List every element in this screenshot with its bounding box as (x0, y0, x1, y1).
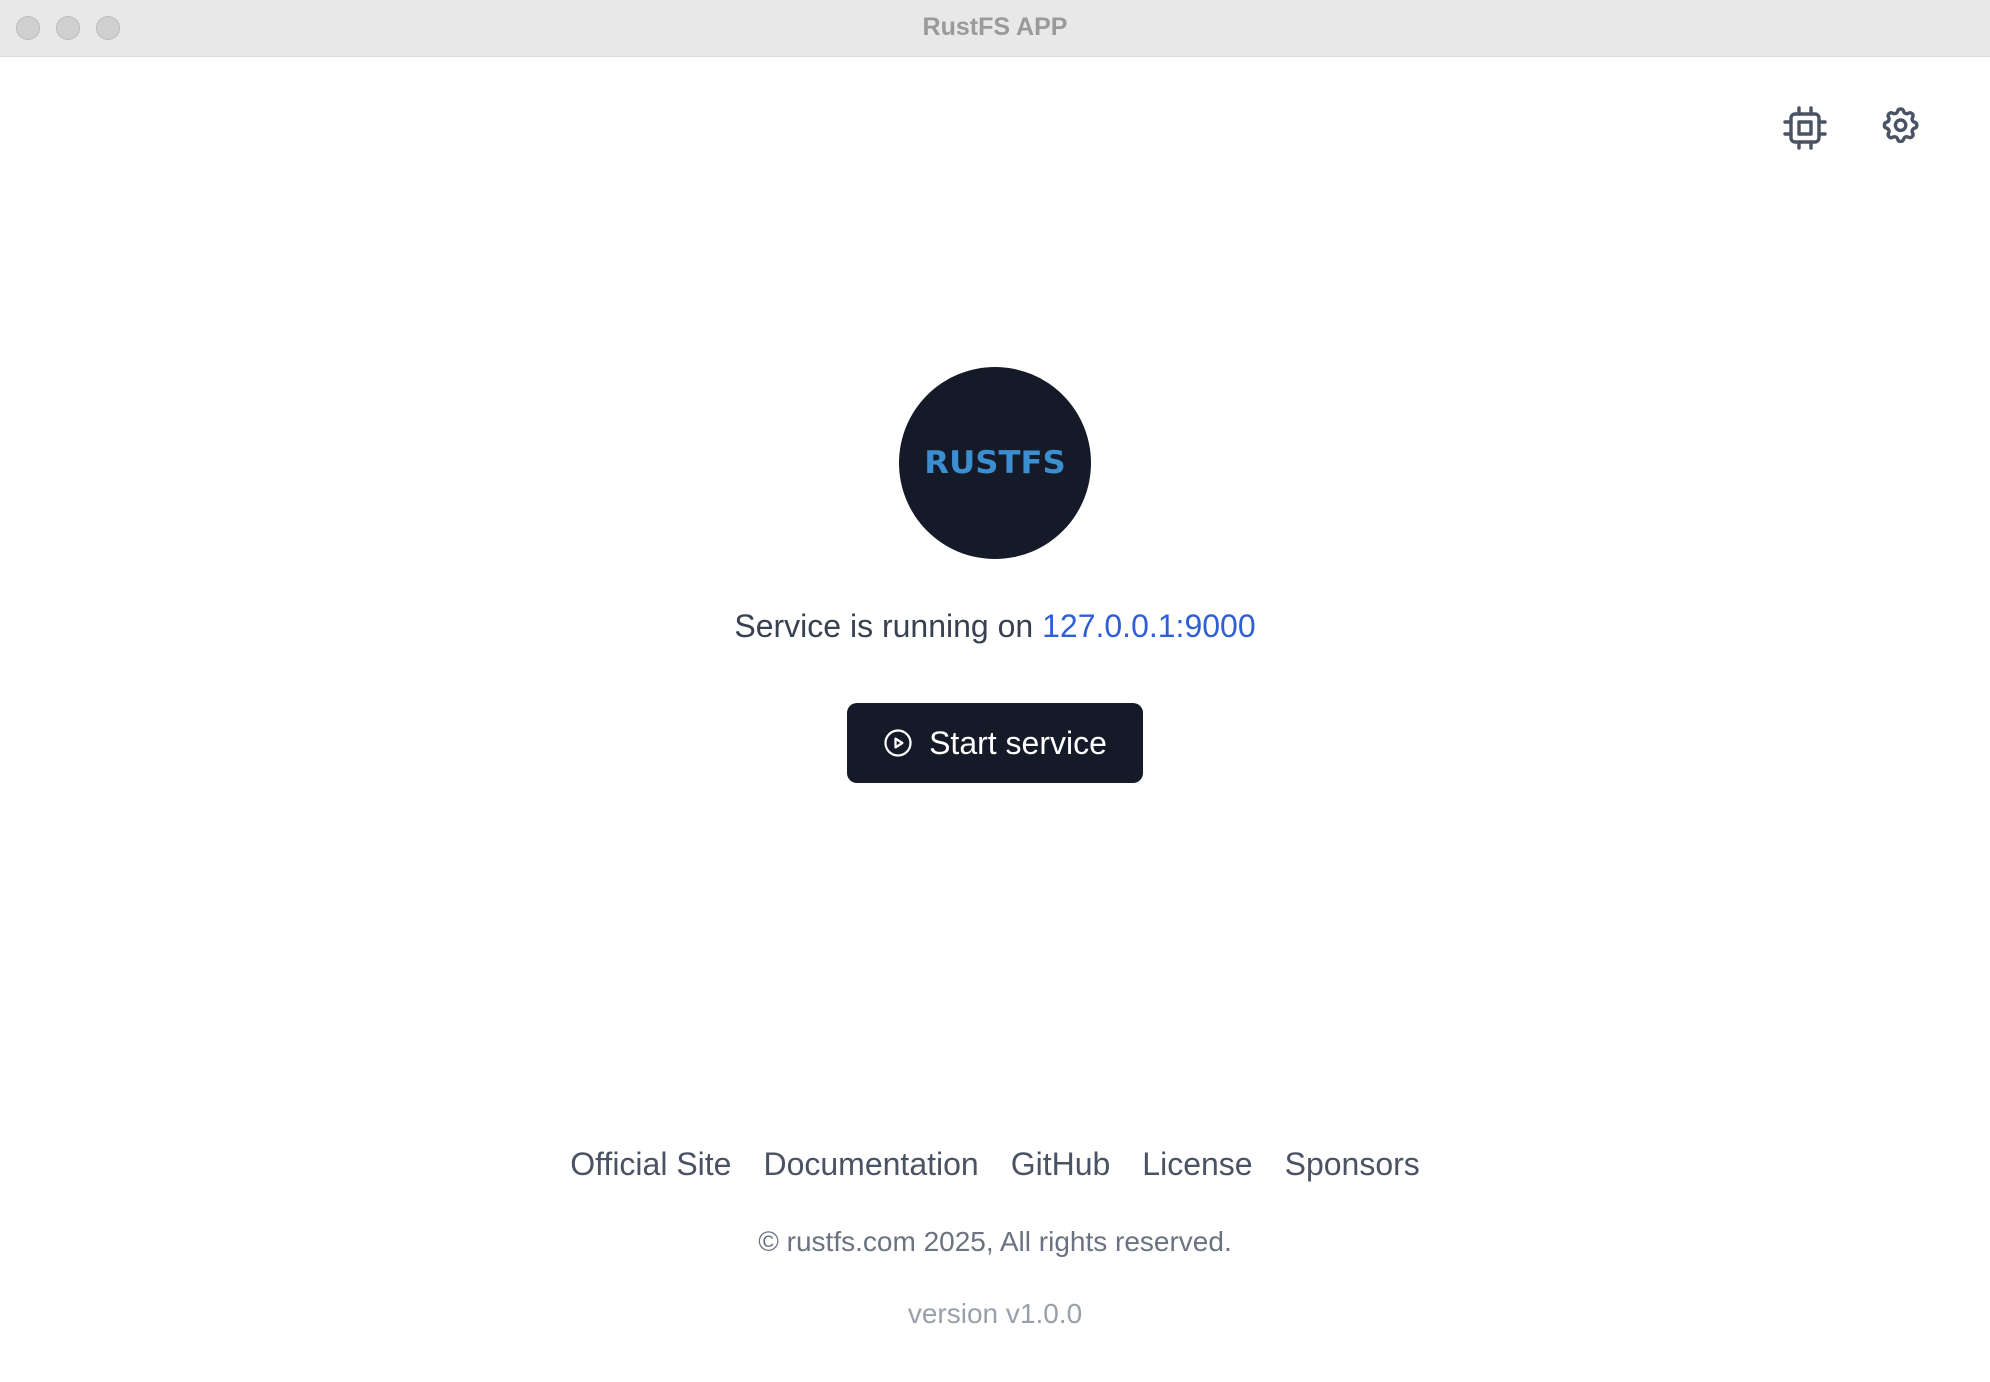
official-site-link[interactable]: Official Site (570, 1146, 731, 1183)
play-circle-icon (884, 729, 912, 757)
status-prefix: Service is running on (734, 608, 1034, 644)
cpu-chip-button[interactable] (1781, 104, 1829, 152)
logo-text: RUSTFS (924, 445, 1066, 481)
cpu-chip-icon (1783, 106, 1827, 150)
window-title: RustFS APP (922, 13, 1068, 41)
app-window: RustFS APP RUSTFS Service is running on … (0, 0, 1990, 1382)
copyright-text: © rustfs.com 2025, All rights reserved. (758, 1226, 1232, 1257)
settings-button[interactable] (1877, 104, 1925, 152)
start-service-label: Start service (929, 724, 1107, 761)
start-service-button[interactable]: Start service (847, 703, 1143, 783)
rustfs-logo: RUSTFS (899, 367, 1091, 559)
service-address-link[interactable]: 127.0.0.1:9000 (1042, 608, 1256, 644)
title-bar: RustFS APP (0, 0, 1990, 57)
service-status: Service is running on 127.0.0.1:9000 (0, 608, 1990, 645)
gear-icon (1882, 107, 1919, 144)
version-text: version v1.0.0 (907, 1298, 1083, 1329)
sponsors-link[interactable]: Sponsors (1285, 1146, 1420, 1183)
documentation-link[interactable]: Documentation (763, 1146, 978, 1183)
license-link[interactable]: License (1142, 1146, 1252, 1183)
github-link[interactable]: GitHub (1011, 1146, 1111, 1183)
footer-links: Official Site Documentation GitHub Licen… (0, 1146, 1990, 1183)
